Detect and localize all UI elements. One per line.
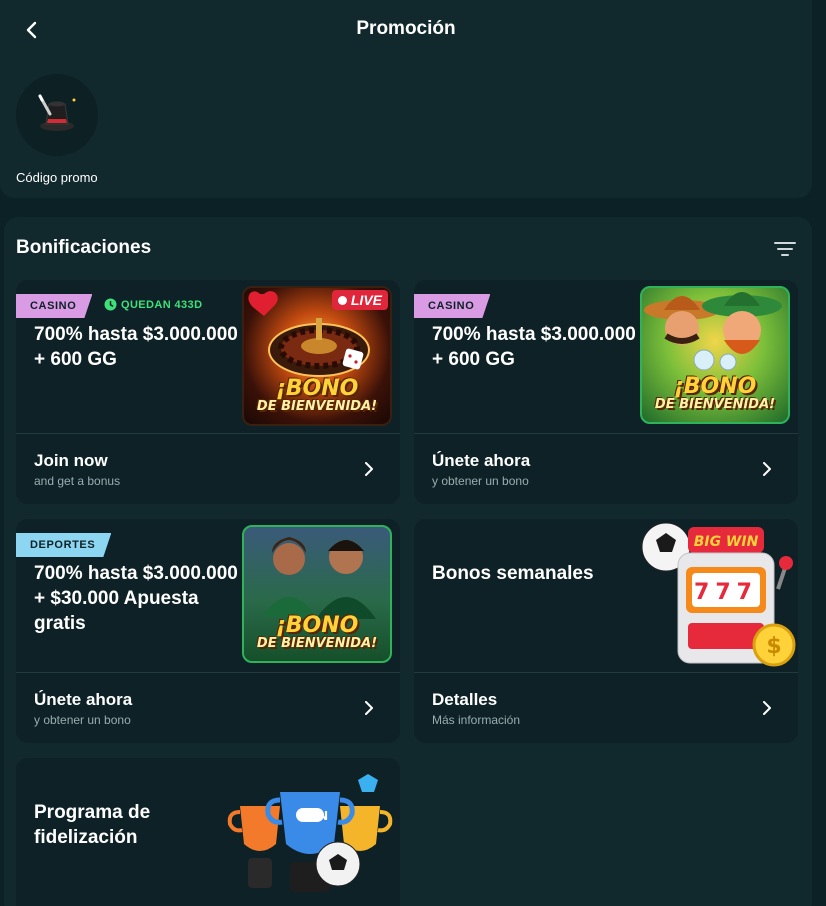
cta-subtitle: and get a bonus [34,474,121,488]
cta-subtitle: y obtener un bono [432,474,529,488]
magic-hat-icon [38,94,76,131]
bono-subheading: DE BIENVENIDA! [256,399,378,414]
bonus-card-deportes[interactable]: DEPORTES 700% hasta $3.000.000 + $30.000… [16,519,400,743]
bono-heading: ¡BONO [673,374,757,399]
bonus-card-casino[interactable]: CASINO 700% hasta $3.000.000 + 600 GG ¡B… [414,280,798,504]
bono-text: ¡BONO DE BIENVENIDA! [642,376,788,412]
cta-title: Únete ahora [34,690,133,709]
deportes-tag: DEPORTES [16,533,111,557]
cta-subtitle: Más información [432,713,521,727]
card-title-line: + $30.000 Apuesta [34,588,199,609]
athletes-promo-image: ¡BONO DE BIENVENIDA! [242,525,392,663]
filter-icon [774,242,796,256]
casino-tag: CASINO [16,294,92,318]
card-divider [414,672,798,673]
chevron-right-icon [763,462,771,476]
card-divider [16,672,400,673]
bono-text: ¡BONO DE BIENVENIDA! [244,378,390,414]
card-title-line: + 600 GG [432,349,515,370]
card-title: 700% hasta $3.000.000 + 600 GG [432,322,662,372]
card-title-line: + 600 GG [34,349,117,370]
page-title: Promoción [356,18,456,39]
trophy-logo: ON [308,809,328,823]
bono-subheading: DE BIENVENIDA! [654,397,776,412]
bonus-card-weekly[interactable]: Bonos semanales BIG WIN 777 $ Detalles M… [414,519,798,743]
card-title-line: 700% hasta $3.000.000 [432,324,636,345]
live-badge-text: LIVE [350,292,382,308]
card-divider [414,433,798,434]
filter-button[interactable] [772,238,798,260]
bono-text: ¡BONO DE BIENVENIDA! [244,615,390,651]
bonus-card-loyalty[interactable]: Programa de fidelización ON [16,758,400,906]
bonus-card-casino-live[interactable]: CASINO QUEDAN 433D 700% hasta $3.000.000… [16,280,400,504]
promo-code-label: Código promo [16,170,98,185]
card-divider [16,433,400,434]
live-dot-icon [337,295,347,305]
bono-heading: ¡BONO [275,613,359,638]
slot-machine-icon: BIG WIN 777 $ [641,522,796,667]
cta-title: Join now [34,451,108,470]
card-title: 700% hasta $3.000.000 + $30.000 Apuesta … [34,561,264,636]
timer-text: QUEDAN 433D [121,298,203,311]
chevron-right-icon [365,701,373,715]
chevron-right-icon [763,701,771,715]
section-title: Bonificaciones [16,237,152,258]
promo-code-item[interactable]: Código promo [14,74,104,185]
mariachi-promo-image: ¡BONO DE BIENVENIDA! [640,286,790,424]
card-title-line: 700% hasta $3.000.000 [34,324,238,345]
roulette-promo-image: LIVE ¡BONO DE BIENVENIDA! [242,286,392,426]
card-title: Bonos semanales [432,563,594,584]
chevron-right-icon [365,462,373,476]
bono-heading: ¡BONO [275,376,359,401]
card-title-line: 700% hasta $3.000.000 [34,563,238,584]
cta-title: Únete ahora [432,451,531,470]
big-win-sign: BIG WIN [694,534,759,550]
live-badge: LIVE [331,290,388,310]
casino-tag: CASINO [414,294,490,318]
card-title-line: gratis [34,613,86,634]
timer-badge: QUEDAN 433D [104,298,202,311]
cta-subtitle: y obtener un bono [34,713,131,727]
bono-subheading: DE BIENVENIDA! [256,636,378,651]
promo-code-circle [16,74,98,156]
slot-reels: 777 [694,580,758,605]
card-title: 700% hasta $3.000.000 + 600 GG [34,322,264,372]
cta-title: Detalles [432,690,498,709]
clock-icon [104,298,117,311]
svg-text:$: $ [766,634,781,659]
trophies-icon: ON [227,774,393,892]
